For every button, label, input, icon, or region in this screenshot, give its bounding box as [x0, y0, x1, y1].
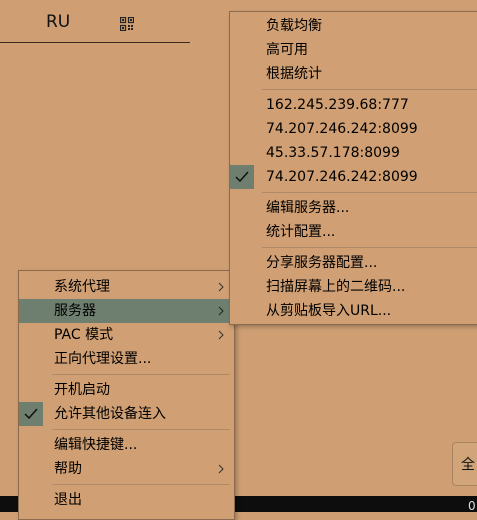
- chevron-right-icon: [218, 464, 224, 474]
- menu-item-label: 从剪贴板导入URL...: [266, 303, 392, 319]
- chevron-right-icon: [218, 282, 224, 292]
- menu-item-label: 服务器: [54, 303, 96, 319]
- menu-item-label: 162.245.239.68:777: [266, 97, 409, 113]
- menu-item-label: 编辑服务器...: [266, 200, 350, 216]
- menu-item-label: 开机启动: [54, 382, 110, 398]
- menu-item-start-on-boot[interactable]: 开机启动: [19, 378, 234, 402]
- menu-item-label: 负载均衡: [266, 18, 322, 34]
- language-label[interactable]: RU: [46, 12, 70, 32]
- menu-item-system-proxy[interactable]: 系统代理: [19, 275, 234, 299]
- menu-item-label: 74.207.246.242:8099: [266, 121, 418, 137]
- menu-separator: [52, 374, 230, 375]
- menu-item-server[interactable]: 162.245.239.68:777: [230, 93, 477, 117]
- menu-item-pac-mode[interactable]: PAC 模式: [19, 323, 234, 347]
- menu-item-label: 统计配置...: [266, 224, 336, 240]
- menu-item-label: 扫描屏幕上的二维码...: [266, 279, 406, 295]
- menu-separator: [262, 192, 477, 193]
- menu-item-server[interactable]: 74.207.246.242:8099: [230, 117, 477, 141]
- menu-item-edit-servers[interactable]: 编辑服务器...: [230, 196, 477, 220]
- background-action-button[interactable]: 全: [452, 442, 477, 486]
- menu-item-label: 允许其他设备连入: [54, 406, 166, 422]
- menu-item-by-statistics[interactable]: 根据统计: [230, 62, 477, 86]
- menu-separator: [52, 429, 230, 430]
- menu-item-help[interactable]: 帮助: [19, 457, 234, 481]
- menu-item-label: 退出: [54, 492, 82, 508]
- menu-item-label: 分享服务器配置...: [266, 255, 378, 271]
- menu-item-forward-proxy-settings[interactable]: 正向代理设置...: [19, 347, 234, 371]
- menu-item-quit[interactable]: 退出: [19, 488, 234, 512]
- background-action-label: 全: [461, 457, 475, 473]
- chevron-right-icon: [218, 306, 224, 316]
- menu-item-servers[interactable]: 服务器: [19, 299, 234, 323]
- menu-separator: [262, 247, 477, 248]
- menu-separator: [262, 89, 477, 90]
- qr-code-icon[interactable]: [119, 16, 135, 32]
- menu-item-label: 正向代理设置...: [54, 351, 152, 367]
- menu-item-label: 高可用: [266, 42, 308, 58]
- menu-item-label: PAC 模式: [54, 327, 114, 343]
- menu-item-label: 45.33.57.178:8099: [266, 145, 400, 161]
- check-mark-icon: [19, 402, 43, 426]
- menu-item-server[interactable]: 45.33.57.178:8099: [230, 141, 477, 165]
- menu-item-load-balance[interactable]: 负载均衡: [230, 14, 477, 38]
- menu-item-server-active[interactable]: 74.207.246.242:8099: [230, 165, 477, 189]
- menu-item-import-url-from-clipboard[interactable]: 从剪贴板导入URL...: [230, 299, 477, 323]
- menu-item-label: 帮助: [54, 461, 82, 477]
- menu-item-scan-qr-code[interactable]: 扫描屏幕上的二维码...: [230, 275, 477, 299]
- menu-item-label: 根据统计: [266, 66, 322, 82]
- menu-item-edit-hotkeys[interactable]: 编辑快捷键...: [19, 433, 234, 457]
- menu-item-label: 74.207.246.242:8099: [266, 169, 418, 185]
- tray-context-menu: 系统代理 服务器 PAC 模式 正向代理设置... 开机启动 允许其他设备连入 …: [18, 270, 235, 520]
- background-header: RU: [0, 0, 190, 43]
- menu-item-label: 系统代理: [54, 279, 110, 295]
- menu-item-allow-lan[interactable]: 允许其他设备连入: [19, 402, 234, 426]
- servers-submenu: 负载均衡 高可用 根据统计 162.245.239.68:777 74.207.…: [229, 11, 477, 325]
- taskbar-text: 0: [468, 499, 476, 512]
- check-mark-icon: [230, 165, 254, 189]
- menu-separator: [52, 484, 230, 485]
- chevron-right-icon: [218, 330, 224, 340]
- menu-item-high-availability[interactable]: 高可用: [230, 38, 477, 62]
- menu-item-statistics-config[interactable]: 统计配置...: [230, 220, 477, 244]
- menu-item-share-server-config[interactable]: 分享服务器配置...: [230, 251, 477, 275]
- menu-item-label: 编辑快捷键...: [54, 437, 138, 453]
